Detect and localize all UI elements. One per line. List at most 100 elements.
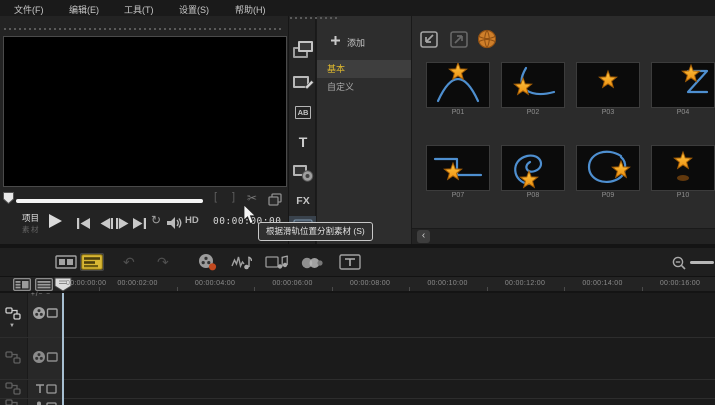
instant-project-icon (292, 72, 314, 91)
volume-button[interactable] (167, 217, 183, 229)
menu-item-4[interactable]: 设置(S) (179, 3, 209, 16)
import-path-button[interactable] (419, 30, 439, 49)
preset-label: P09 (576, 192, 640, 199)
preset-thumbnail-P02[interactable] (501, 62, 565, 108)
overlay-track-ripple-toggle[interactable] (5, 351, 21, 364)
mark-out-button[interactable]: ] (232, 192, 235, 203)
ruler-tick (642, 287, 643, 291)
ruler-timestamp: 00:00:02:00 (117, 280, 157, 287)
category-item-2[interactable]: 自定义 (317, 78, 412, 96)
voice-track-ripple-toggle[interactable] (5, 399, 21, 405)
loop-button[interactable]: ↻ (151, 214, 161, 226)
ruler-tick (99, 287, 100, 291)
videostudio-window: 文件(F)编辑(E)工具(T)设置(S)帮助(H) [ ] ✂ 项目 素材 ↻ … (0, 0, 715, 405)
menu-item-1[interactable]: 文件(F) (14, 3, 44, 16)
graphic-icon (292, 163, 314, 182)
video-track-ripple-toggle[interactable] (5, 307, 21, 320)
motion-tracking-button[interactable] (301, 256, 323, 270)
preset-label: P10 (651, 192, 715, 199)
ruler-tick (487, 287, 488, 291)
ruler-timestamp: 00:00:10:00 (427, 280, 467, 287)
nav-item-filter[interactable]: FX (289, 190, 317, 212)
preset-thumbnail-P01[interactable] (426, 62, 490, 108)
nav-item-media[interactable] (289, 38, 317, 60)
timeline-tracks: +/− − ▼ (0, 293, 715, 405)
ruler-tick (409, 287, 410, 291)
menu-item-3[interactable]: 工具(T) (124, 3, 154, 16)
mark-in-button[interactable]: [ (214, 192, 217, 203)
tooltip: 根据滑轨位置分割素材 (S) (258, 222, 373, 241)
title-track-lane[interactable] (64, 379, 715, 398)
ripple-dropdown-caret[interactable]: ▼ (9, 323, 15, 329)
timeline-playhead-line[interactable] (62, 293, 64, 405)
track-manager-icon[interactable] (13, 278, 31, 291)
nav-item-title[interactable]: T (289, 131, 317, 153)
title-track-icon[interactable] (33, 382, 57, 396)
go-to-end-button[interactable] (133, 218, 146, 229)
ruler-tick (177, 287, 178, 291)
category-item-1[interactable]: 基本 (317, 60, 412, 78)
trim-scrubber-bar[interactable] (16, 199, 203, 203)
undo-button[interactable]: ↶ (123, 254, 135, 271)
filter-fx-icon: FX (296, 195, 309, 207)
menu-item-2[interactable]: 编辑(E) (69, 3, 99, 16)
preset-thumbnail-P10[interactable] (651, 145, 715, 191)
voice-track-lane[interactable] (64, 398, 715, 405)
record-capture-button[interactable] (197, 253, 217, 271)
track-separator (0, 337, 715, 338)
clip-mode-label[interactable]: 素材 (22, 224, 40, 235)
mouse-cursor (243, 205, 259, 226)
hd-toggle[interactable]: HD (185, 215, 199, 226)
nav-item-instant-project[interactable] (289, 70, 317, 92)
video-track-icon[interactable] (32, 305, 58, 321)
export-path-button[interactable] (449, 30, 469, 49)
ruler-timestamp: 00:00:08:00 (350, 280, 390, 287)
nav-item-graphic[interactable] (289, 161, 317, 183)
nav-item-transition[interactable]: AB (289, 101, 317, 123)
add-remove-track-buttons[interactable]: +/− − (31, 291, 51, 298)
play-button[interactable] (48, 213, 63, 229)
project-mode-label[interactable]: 项目 (22, 212, 39, 224)
previous-frame-button[interactable] (100, 218, 113, 229)
timeline-view-button[interactable] (80, 253, 104, 271)
auto-music-button[interactable] (265, 253, 288, 270)
next-frame-button[interactable] (116, 218, 129, 229)
scroll-left-button[interactable]: ‹ (417, 230, 430, 243)
subtitle-editor-button[interactable] (339, 254, 361, 270)
sound-mixer-button[interactable] (231, 254, 252, 271)
ruler-tick (564, 287, 565, 291)
menu-item-5[interactable]: 帮助(H) (235, 3, 266, 16)
show-all-tracks-icon[interactable] (35, 278, 53, 291)
transition-ab-icon: AB (295, 106, 312, 119)
preset-thumbnail-P03[interactable] (576, 62, 640, 108)
split-clip-button[interactable]: ✂ (247, 192, 257, 204)
preset-thumbnail-P07[interactable] (426, 145, 490, 191)
trim-start-handle[interactable] (3, 192, 14, 204)
voice-track-icon[interactable] (33, 400, 57, 405)
timeline-zoom-slider[interactable] (690, 261, 714, 264)
preview-video-area (3, 36, 287, 187)
add-category-button[interactable]: 添加 (347, 36, 365, 49)
overlay-track-lane[interactable] (64, 337, 715, 379)
timeline-ruler[interactable]: 00:00:00:0000:00:02:0000:00:04:0000:00:0… (0, 277, 715, 293)
preset-thumbnail-P04[interactable] (651, 62, 715, 108)
preset-thumbnail-P08[interactable] (501, 145, 565, 191)
panel-grip[interactable] (290, 17, 338, 19)
video-track-lane[interactable] (64, 293, 715, 337)
preset-label: P08 (501, 192, 565, 199)
panel-grip[interactable] (4, 28, 284, 30)
title-track-ripple-toggle[interactable] (5, 382, 21, 395)
zoom-out-button[interactable] (672, 256, 686, 270)
storyboard-view-button[interactable] (55, 254, 77, 270)
plus-icon (330, 35, 341, 46)
ruler-tick (254, 287, 255, 291)
go-to-start-button[interactable] (77, 218, 90, 229)
ruler-timestamp: 00:00:12:00 (505, 280, 545, 287)
ruler-timestamp: 00:00:16:00 (660, 280, 700, 287)
enlarge-preview-button[interactable] (268, 193, 282, 206)
redo-button[interactable]: ↷ (157, 254, 169, 271)
online-content-button[interactable] (477, 29, 497, 49)
preset-thumbnail-P09[interactable] (576, 145, 640, 191)
ruler-timestamp: 00:00:04:00 (195, 280, 235, 287)
overlay-track-icon[interactable] (32, 349, 58, 365)
